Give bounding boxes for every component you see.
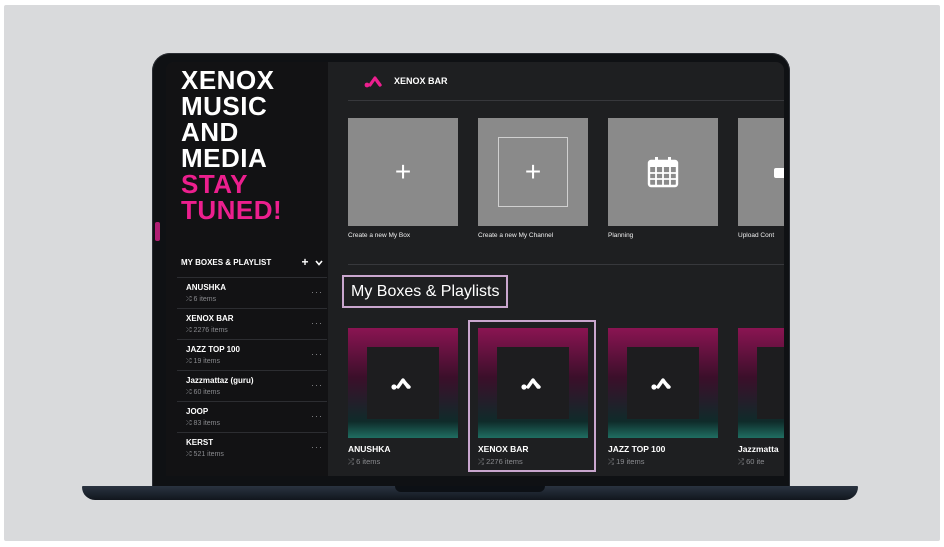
- shuffle-icon: ⤮: [738, 457, 747, 466]
- planning-tile[interactable]: [608, 118, 718, 226]
- sidebar-item-xenox-bar[interactable]: XENOX BAR ⤮ 2276 items ···: [177, 308, 327, 339]
- plus-icon[interactable]: +: [298, 255, 312, 269]
- card-name: XENOX BAR: [478, 444, 529, 454]
- card-count: ⤮ 2276 items: [478, 457, 523, 466]
- upload-content-tile[interactable]: [738, 118, 784, 226]
- tile-label: Upload Cont: [738, 232, 775, 239]
- card-artwork-square: [757, 347, 784, 419]
- card-name: ANUSHKA: [348, 444, 391, 454]
- xenox-logo-icon: [627, 347, 699, 419]
- sidebar-item-kerst[interactable]: KERST ⤮ 521 items ···: [177, 432, 327, 463]
- shuffle-icon: ⤮: [186, 358, 194, 365]
- tile-label: Create a new My Channel: [478, 232, 554, 239]
- chevron-down-icon[interactable]: [312, 255, 326, 269]
- more-icon[interactable]: ···: [311, 380, 323, 390]
- shuffle-icon: ⤮: [186, 296, 194, 303]
- plus-icon: +: [524, 156, 542, 187]
- sidebar-item-name: ANUSHKA: [186, 283, 226, 292]
- sidebar-header: MY BOXES & PLAYLIST +: [181, 255, 326, 269]
- shuffle-icon: ⤮: [608, 457, 617, 466]
- sidebar-item-jazz-top-100[interactable]: JAZZ TOP 100 ⤮ 19 items ···: [177, 339, 327, 370]
- xenox-logo-icon: [364, 76, 382, 88]
- playlist-card-anushka[interactable]: ANUSHKA ⤮ 6 items: [348, 328, 458, 467]
- playlist-card-xenox-bar[interactable]: XENOX BAR ⤮ 2276 items: [478, 328, 588, 467]
- app-screen: XENOX MUSIC AND MEDIA STAY TUNED! MY BOX…: [166, 62, 784, 476]
- card-artwork: [348, 328, 458, 438]
- hero-slogan: XENOX MUSIC AND MEDIA STAY TUNED!: [181, 67, 321, 223]
- sidebar-item-jazzmattaz[interactable]: Jazzmattaz (guru) ⤮ 60 items ···: [177, 370, 327, 401]
- card-artwork: [608, 328, 718, 438]
- hero-line: XENOX: [181, 65, 275, 95]
- sidebar-item-count: ⤮ 60 items: [186, 389, 221, 396]
- shuffle-icon: ⤮: [478, 457, 487, 466]
- sidebar-item-count: ⤮ 83 items: [186, 420, 221, 427]
- upload-icon: [774, 168, 784, 178]
- section-title: My Boxes & Playlists: [342, 275, 509, 308]
- side-accent-marker: [155, 222, 160, 241]
- calendar-icon: [608, 118, 718, 226]
- sidebar-item-name: KERST: [186, 438, 214, 447]
- hero-line: MUSIC: [181, 91, 268, 121]
- laptop-notch: [395, 486, 545, 492]
- sidebar-playlist-list: ANUSHKA ⤮ 6 items ··· XENOX BAR ⤮ 2276 i…: [177, 277, 327, 463]
- shuffle-icon: ⤮: [186, 420, 194, 427]
- playlist-card-jazzmattaz[interactable]: Jazzmatta ⤮ 60 ite: [738, 328, 784, 467]
- section-divider: [348, 264, 784, 265]
- sidebar-header-title: MY BOXES & PLAYLIST: [181, 257, 272, 267]
- sidebar-item-anushka[interactable]: ANUSHKA ⤮ 6 items ···: [177, 277, 327, 308]
- shuffle-icon: ⤮: [348, 457, 357, 466]
- shuffle-icon: ⤮: [186, 327, 194, 334]
- more-icon[interactable]: ···: [311, 318, 323, 328]
- sidebar: XENOX MUSIC AND MEDIA STAY TUNED! MY BOX…: [166, 62, 328, 476]
- more-icon[interactable]: ···: [311, 411, 323, 421]
- hero-line: AND: [181, 117, 239, 147]
- tile-label: Planning: [608, 232, 634, 239]
- card-count: ⤮ 60 ite: [738, 457, 765, 466]
- tile-label: Create a new My Box: [348, 232, 411, 239]
- sidebar-item-count: ⤮ 19 items: [186, 358, 221, 365]
- sidebar-item-count: ⤮ 2276 items: [186, 327, 228, 334]
- current-box-title: XENOX BAR: [394, 76, 448, 86]
- card-name: JAZZ TOP 100: [608, 444, 666, 454]
- card-count: ⤮ 19 items: [608, 457, 645, 466]
- sidebar-item-name: XENOX BAR: [186, 314, 234, 323]
- sidebar-item-count: ⤮ 521 items: [186, 451, 224, 458]
- hero-line: MEDIA: [181, 143, 268, 173]
- sidebar-item-joop[interactable]: JOOP ⤮ 83 items ···: [177, 401, 327, 432]
- create-my-box-tile[interactable]: +: [348, 118, 458, 226]
- main-content: XENOX BAR + Create a new My Box + Create…: [328, 62, 784, 476]
- hero-line-accent: STAY: [181, 169, 249, 199]
- card-count: ⤮ 6 items: [348, 457, 381, 466]
- sidebar-item-name: Jazzmattaz (guru): [186, 376, 254, 385]
- create-my-channel-tile[interactable]: +: [478, 118, 588, 226]
- sidebar-item-name: JOOP: [186, 407, 209, 416]
- playlist-card-jazz-top-100[interactable]: JAZZ TOP 100 ⤮ 19 items: [608, 328, 718, 467]
- sidebar-item-name: JAZZ TOP 100: [186, 345, 240, 354]
- shuffle-icon: ⤮: [186, 389, 194, 396]
- more-icon[interactable]: ···: [311, 287, 323, 297]
- card-artwork: [478, 328, 588, 438]
- card-artwork: [738, 328, 784, 438]
- more-icon[interactable]: ···: [311, 442, 323, 452]
- card-name: Jazzmatta: [738, 444, 779, 454]
- plus-icon: +: [394, 156, 412, 187]
- hero-line-accent: TUNED!: [181, 195, 283, 225]
- xenox-logo-icon: [367, 347, 439, 419]
- top-bar: XENOX BAR: [348, 62, 784, 101]
- more-icon[interactable]: ···: [311, 349, 323, 359]
- shuffle-icon: ⤮: [186, 451, 194, 458]
- sidebar-item-count: ⤮ 6 items: [186, 296, 217, 303]
- xenox-logo-icon: [497, 347, 569, 419]
